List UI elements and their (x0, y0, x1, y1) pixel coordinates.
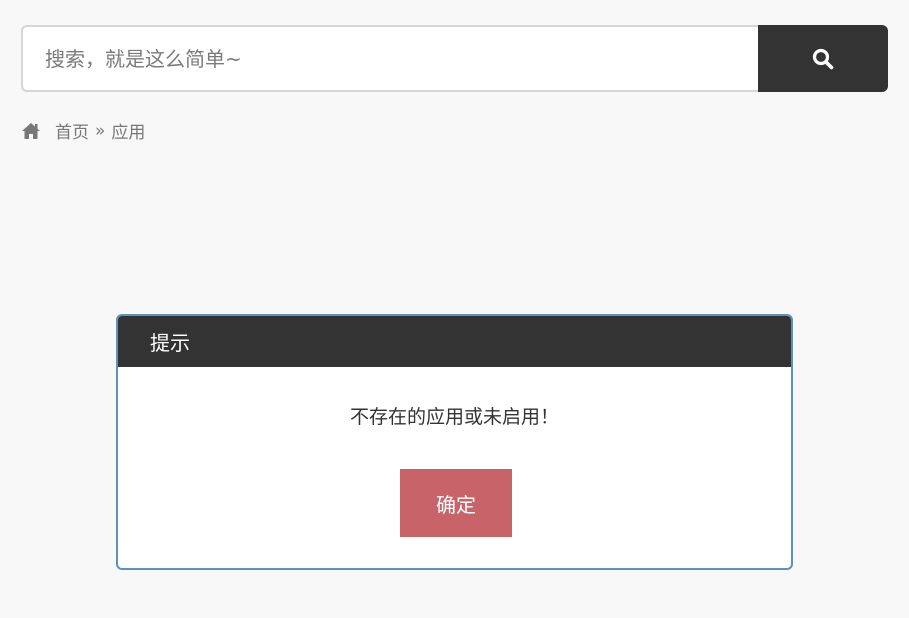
search-button[interactable] (758, 25, 888, 92)
dialog-message: 不存在的应用或未启用！ (349, 406, 559, 428)
page: 首页 » 应用 提示 不存在的应用或未启用！ 确定 (0, 0, 909, 618)
search-input[interactable] (21, 25, 758, 92)
breadcrumb-separator: » (95, 120, 106, 141)
home-icon[interactable] (21, 122, 41, 140)
confirm-button[interactable]: 确定 (400, 469, 512, 537)
breadcrumb-current: 应用 (111, 123, 146, 143)
breadcrumb: 首页 » 应用 (21, 118, 145, 143)
breadcrumb-home-link[interactable]: 首页 (55, 118, 89, 143)
alert-dialog: 提示 不存在的应用或未启用！ 确定 (116, 314, 793, 570)
search-icon (812, 48, 834, 70)
dialog-title: 提示 (150, 331, 190, 355)
dialog-header: 提示 (118, 316, 791, 367)
search-bar (21, 25, 888, 92)
